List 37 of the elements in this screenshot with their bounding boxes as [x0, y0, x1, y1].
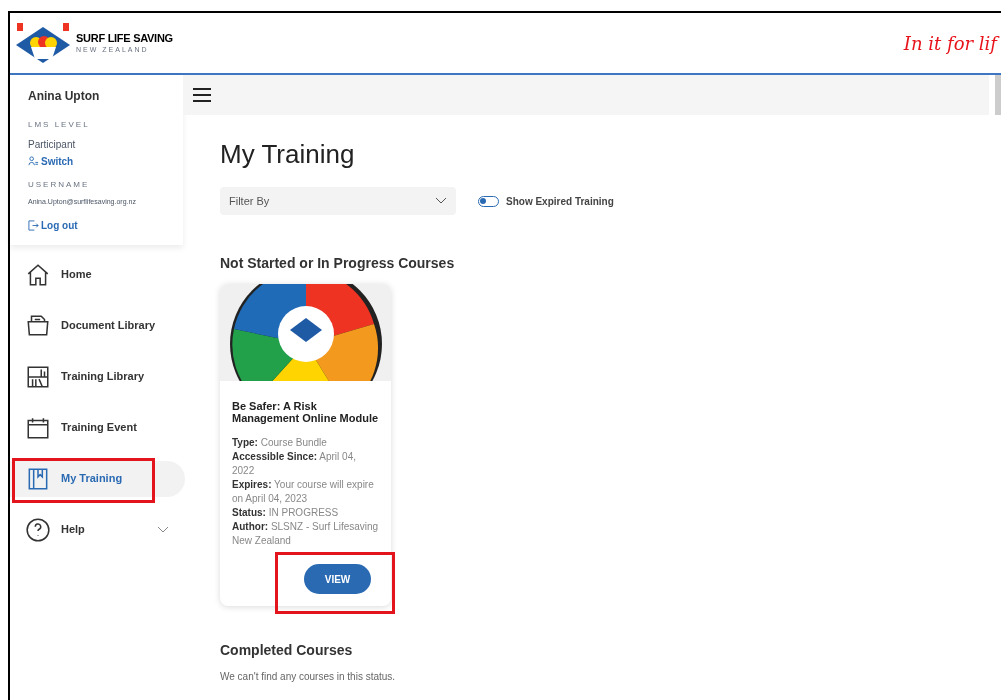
section-title: Completed Courses	[220, 641, 354, 660]
course-detail: Status: IN PROGRESS	[232, 506, 340, 520]
logout-icon	[28, 219, 39, 231]
scrollbar[interactable]	[995, 75, 1001, 115]
empty-message: We can't find any courses in this status.	[220, 670, 397, 684]
nav-item[interactable]: Help	[10, 511, 183, 548]
switch-link[interactable]: Switch	[28, 154, 165, 169]
switch-user-icon	[28, 156, 39, 167]
bookshelf-icon	[25, 363, 51, 390]
nav-item[interactable]: Document Library	[10, 307, 183, 344]
view-button[interactable]: VIEW	[304, 564, 371, 594]
username-label: USERNAME	[28, 179, 91, 191]
toggle-switch[interactable]	[478, 195, 499, 207]
chevron-down-icon	[435, 197, 447, 205]
toggle-label: Show Expired Training	[506, 194, 614, 209]
nav-item[interactable]: Training Library	[10, 358, 183, 395]
lms-level: Participant	[28, 138, 77, 152]
section-title: Not Started or In Progress Courses	[220, 254, 456, 273]
menu-icon[interactable]	[193, 88, 211, 102]
logout-link[interactable]: Log out	[28, 217, 165, 233]
nav-item[interactable]: Home	[10, 256, 183, 293]
page-title: My Training	[220, 141, 356, 167]
lifesaver-logo-icon	[14, 21, 72, 65]
chevron-down-icon	[157, 525, 169, 534]
tagline: In it for lif	[901, 29, 1001, 57]
help-icon	[25, 516, 51, 543]
nav-item[interactable]: Training Event	[10, 409, 183, 446]
nav-item[interactable]: My Training	[10, 460, 185, 497]
course-title: Be Safer: A Risk Management Online Module	[232, 400, 379, 424]
course-detail: Author: SLSNZ - Surf Lifesaving New Zealand	[232, 520, 379, 548]
course-detail: Accessible Since: April 04, 2022	[232, 450, 357, 478]
lms-level-label: LMS LEVEL	[28, 119, 91, 131]
course-detail: Type: Course Bundle	[232, 436, 328, 450]
user-name: Anina Upton	[28, 88, 101, 105]
course-detail: Expires: Your course will expire on April 04, 2023	[232, 478, 375, 506]
logo-title: SURF LIFE SAVING	[76, 33, 173, 44]
filter-dropdown[interactable]: Filter By	[220, 187, 456, 215]
